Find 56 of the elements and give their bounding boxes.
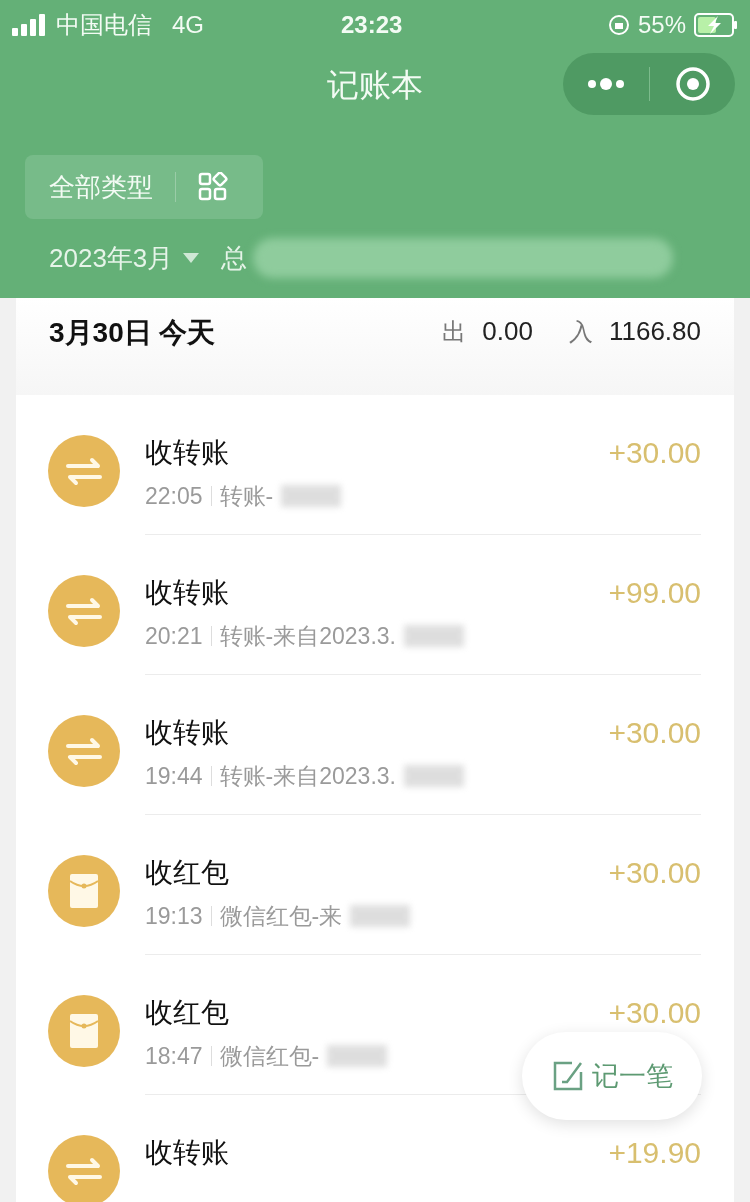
- signal-icon: [12, 14, 48, 36]
- record-time: 20:21: [145, 622, 203, 651]
- record-title: 收转账: [145, 1136, 229, 1170]
- blurred-redaction: [350, 905, 411, 928]
- record-note: 转账-来自2023.3.: [219, 622, 396, 651]
- expense-label: 出: [442, 317, 467, 347]
- clock: 23:23: [341, 10, 403, 40]
- record-row[interactable]: 收转账 +99.00 20:21 转账-来自2023.3.: [16, 535, 734, 675]
- record-title: 收转账: [145, 716, 229, 750]
- total-label: 总: [221, 241, 248, 275]
- record-note: 转账-: [219, 482, 274, 511]
- record-amount: +30.00: [608, 855, 701, 891]
- record-note: 微信红包-来: [219, 902, 343, 931]
- blurred-redaction: [281, 485, 342, 508]
- blurred-redaction: [403, 765, 464, 788]
- record-row[interactable]: 收红包 +30.00 19:13 微信红包-来: [16, 815, 734, 955]
- record-row[interactable]: 收转账 +30.00 22:05 转账-: [16, 395, 734, 535]
- record-time: 19:13: [145, 902, 203, 931]
- record-note: 转账-来自2023.3.: [219, 762, 396, 791]
- income-label: 入: [568, 317, 593, 347]
- expense-total: 0.00: [482, 315, 533, 348]
- record-amount: +30.00: [608, 435, 701, 471]
- blurred-redaction: [327, 1045, 388, 1068]
- rotation-lock-icon: [607, 14, 630, 36]
- record-row[interactable]: 收转账 +30.00 19:44 转账-来自2023.3.: [16, 675, 734, 815]
- record-title: 收转账: [145, 436, 229, 470]
- record-time: 19:44: [145, 762, 203, 791]
- network-type: 4G: [172, 10, 204, 40]
- record-note: 微信红包-: [219, 1042, 320, 1071]
- record-amount: +99.00: [608, 575, 701, 611]
- record-time: 18:47: [145, 1042, 203, 1071]
- envelope-icon: [48, 855, 120, 927]
- transfer-icon: [48, 715, 120, 787]
- record-amount: +30.00: [608, 715, 701, 751]
- battery-percent: 55%: [637, 10, 686, 40]
- transfer-icon: [48, 435, 120, 507]
- income-total: 1166.80: [608, 315, 701, 348]
- battery-charging-icon: [694, 13, 738, 37]
- page-title: 记账本: [327, 66, 423, 105]
- transfer-icon: [48, 575, 120, 647]
- carrier-name: 中国电信: [56, 10, 152, 40]
- day-date: 3月30日 今天: [49, 316, 216, 350]
- caret-icon: [183, 253, 200, 263]
- grid-icon: [198, 172, 228, 202]
- record-title: 收红包: [145, 856, 229, 890]
- transfer-icon: [48, 1135, 120, 1202]
- record-time: 22:05: [145, 482, 203, 511]
- more-icon: [586, 78, 626, 90]
- record-amount: +30.00: [608, 995, 701, 1031]
- blurred-redaction: [403, 625, 464, 648]
- target-icon: [674, 66, 711, 102]
- envelope-icon: [48, 995, 120, 1067]
- edit-icon: [551, 1060, 584, 1092]
- record-title: 收红包: [145, 996, 229, 1030]
- record-amount: +19.90: [608, 1135, 701, 1171]
- record-title: 收转账: [145, 576, 229, 610]
